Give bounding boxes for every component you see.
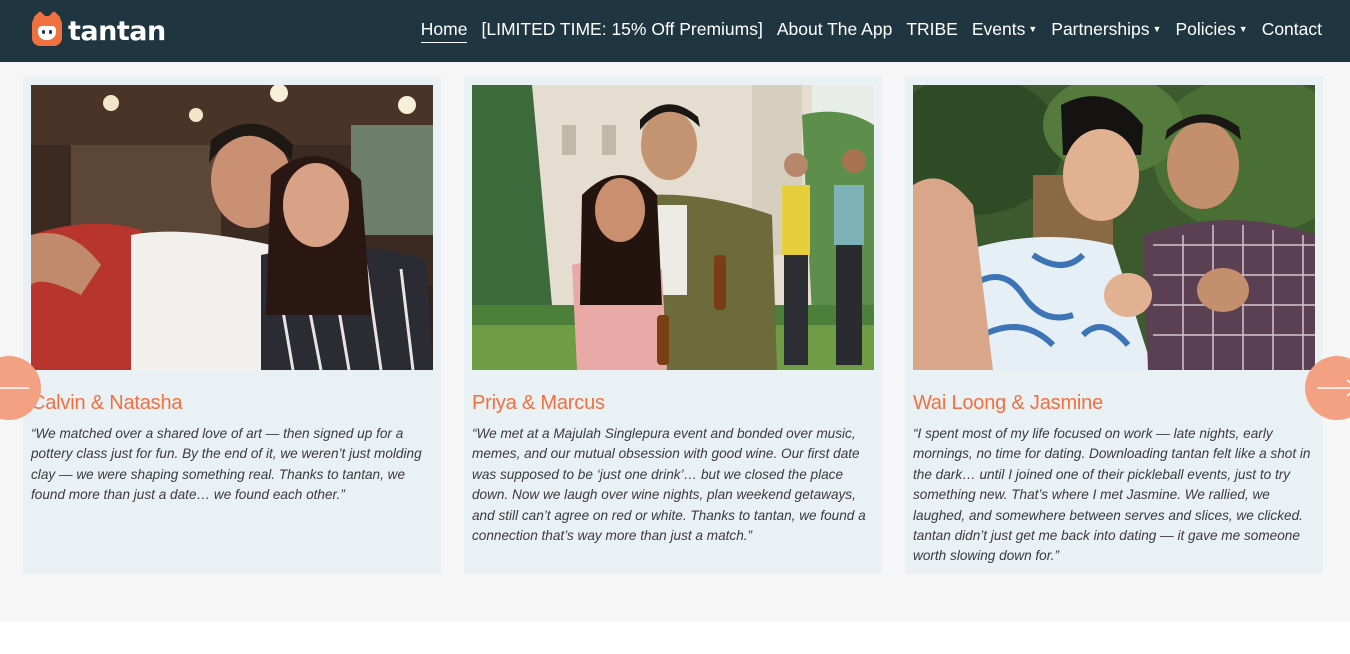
- nav-item-promo[interactable]: [LIMITED TIME: 15% Off Premiums]: [481, 19, 762, 43]
- couple-photo: [31, 85, 433, 370]
- brand-name: tantan: [68, 15, 166, 47]
- couple-photo: [913, 85, 1315, 370]
- testimonial-card: Priya & Marcus “We met at a Majulah Sing…: [464, 76, 882, 574]
- caret-down-icon: ▼: [1152, 24, 1162, 34]
- nav-item-label: Home: [420, 19, 468, 39]
- nav-item-tribe[interactable]: TRIBE: [906, 19, 958, 43]
- testimonial-card: Calvin & Natasha “We matched over a shar…: [23, 76, 441, 574]
- testimonial-quote: “We met at a Majulah Singlepura event an…: [472, 426, 866, 544]
- brand-logo[interactable]: tantan: [32, 10, 166, 47]
- nav-item-label: Events: [971, 19, 1026, 39]
- caret-down-icon: ▼: [1238, 24, 1248, 34]
- nav-item-label: Policies: [1175, 19, 1236, 39]
- main-nav: Home [LIMITED TIME: 15% Off Premiums] Ab…: [420, 19, 1322, 43]
- nav-item-partnerships[interactable]: Partnerships ▼: [1051, 19, 1161, 43]
- testimonials-carousel: Calvin & Natasha “We matched over a shar…: [0, 62, 1350, 622]
- couple-photo: [472, 85, 874, 370]
- testimonial-quote: “We matched over a shared love of art — …: [31, 426, 422, 503]
- nav-item-label: About The App: [776, 19, 893, 39]
- tantan-fox-icon: [32, 10, 62, 46]
- nav-item-contact[interactable]: Contact: [1262, 19, 1322, 43]
- caret-down-icon: ▼: [1028, 24, 1038, 34]
- nav-item-policies[interactable]: Policies ▼: [1175, 19, 1247, 43]
- nav-item-label: Partnerships: [1051, 19, 1150, 39]
- nav-item-events[interactable]: Events ▼: [972, 19, 1037, 43]
- testimonial-quote: “I spent most of my life focused on work…: [913, 426, 1311, 564]
- nav-item-home[interactable]: Home: [420, 19, 468, 43]
- couple-name: Calvin & Natasha: [31, 392, 183, 414]
- nav-item-about[interactable]: About The App: [777, 19, 892, 43]
- nav-item-label: [LIMITED TIME: 15% Off Premiums]: [481, 19, 763, 39]
- testimonial-card: Wai Loong & Jasmine “I spent most of my …: [905, 76, 1323, 574]
- couple-name: Wai Loong & Jasmine: [913, 392, 1103, 414]
- nav-item-label: Contact: [1261, 19, 1322, 39]
- nav-item-label: TRIBE: [906, 19, 958, 39]
- site-header: tantan Home [LIMITED TIME: 15% Off Premi…: [0, 0, 1350, 62]
- couple-name: Priya & Marcus: [472, 392, 605, 414]
